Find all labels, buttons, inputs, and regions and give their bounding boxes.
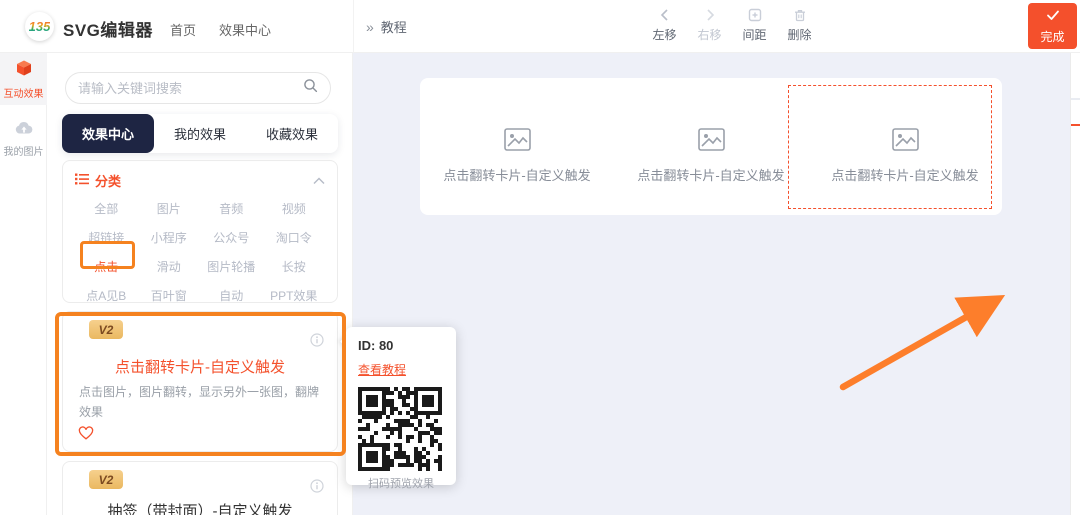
- search-input[interactable]: [78, 80, 303, 96]
- tab-effect-center[interactable]: 效果中心: [62, 114, 154, 153]
- right-panel-divider: [1071, 98, 1080, 100]
- effect-id-text: ID: 80: [358, 338, 394, 353]
- category-title: 分类: [95, 174, 122, 189]
- category-item[interactable]: 淘口令: [263, 229, 326, 246]
- annotation-arrow: [839, 294, 1006, 391]
- page-title: SVG编辑器: [63, 21, 153, 40]
- effects-panel: 效果中心 我的效果 收藏效果 分类 全部 图片: [47, 53, 353, 515]
- tab-favorite-effects[interactable]: 收藏效果: [246, 114, 338, 153]
- category-item[interactable]: 全部: [75, 200, 138, 217]
- editor-canvas[interactable]: 点击翻转卡片-自定义触发 点击翻转卡片-自定义触发 点击翻转卡片-自定义触发: [353, 53, 1070, 515]
- right-panel-accent-line: [1071, 124, 1080, 126]
- logo-text: 135: [28, 19, 51, 34]
- svg-editor-app: 135 SVG编辑器 首页 效果中心 » 教程 左移 右移 间距 删除 完成 互…: [0, 0, 1080, 515]
- effect-info-tooltip: ID: 80 查看教程 扫码预览效果: [340, 327, 456, 490]
- tutorial-label: 教程: [380, 20, 407, 35]
- category-item[interactable]: 长按: [263, 258, 326, 275]
- app-header: 135 SVG编辑器 首页 效果中心: [0, 0, 353, 53]
- canvas-flip-card-3-selected[interactable]: 点击翻转卡片-自定义触发: [808, 78, 1002, 215]
- cube-icon: [15, 59, 33, 82]
- canvas-flip-card-1[interactable]: 点击翻转卡片-自定义触发: [420, 78, 614, 215]
- move-right-button[interactable]: 右移: [687, 8, 732, 43]
- qr-caption: 扫码预览效果: [368, 478, 434, 490]
- effect-card-flip[interactable]: V2 点击翻转卡片-自定义触发 点击图片，图片翻转，显示另外一张图，翻牌效果: [62, 311, 338, 452]
- sidebar-item-my-images[interactable]: 我的图片: [0, 113, 47, 165]
- arrange-toolbar: 左移 右移 间距 删除: [642, 8, 822, 43]
- image-placeholder-icon: [697, 127, 725, 156]
- app-logo[interactable]: 135: [25, 12, 54, 41]
- search-icon[interactable]: [303, 78, 318, 98]
- category-item[interactable]: 音频: [200, 200, 263, 217]
- panel-tabs: 效果中心 我的效果 收藏效果: [62, 114, 338, 153]
- done-label: 完成: [1040, 29, 1065, 44]
- category-item[interactable]: 视频: [263, 200, 326, 217]
- spacing-button[interactable]: 间距: [732, 8, 777, 43]
- category-item[interactable]: 自动: [200, 287, 263, 304]
- category-item[interactable]: 超链接: [75, 229, 138, 246]
- sidebar-item-interactive-effects[interactable]: 互动效果: [0, 53, 47, 105]
- nav-home-link[interactable]: 首页: [170, 20, 196, 39]
- info-icon[interactable]: [310, 479, 324, 493]
- chevron-left-icon: [658, 8, 672, 22]
- category-item[interactable]: 百叶窗: [138, 287, 201, 304]
- category-item[interactable]: 点A见B: [75, 287, 138, 304]
- canvas-card-label: 点击翻转卡片-自定义触发: [443, 167, 591, 183]
- tab-my-effects[interactable]: 我的效果: [154, 114, 246, 153]
- chevron-right-icon: [703, 8, 717, 22]
- heart-favorite-icon[interactable]: [78, 426, 94, 440]
- effect-card-lottery[interactable]: V2 抽签（带封面）-自定义触发: [62, 461, 338, 515]
- v2-badge: V2: [89, 470, 123, 489]
- effect-title[interactable]: 点击翻转卡片-自定义触发: [63, 356, 337, 377]
- check-icon: [1046, 8, 1060, 26]
- tutorial-button[interactable]: » 教程: [366, 17, 407, 36]
- category-section: 分类 全部 图片 音频 视频 超链接 小程序 公众号 淘口令 点击 滑动 图片轮…: [62, 160, 338, 303]
- move-left-button[interactable]: 左移: [642, 8, 687, 43]
- module-sidebar: 互动效果 我的图片: [0, 53, 47, 515]
- canvas-card-label: 点击翻转卡片-自定义触发: [637, 167, 785, 183]
- header-nav: 首页 效果中心: [170, 20, 271, 39]
- double-chevron-right-icon: »: [366, 18, 374, 35]
- search-box: [65, 72, 331, 104]
- canvas-flip-card-2[interactable]: 点击翻转卡片-自定义触发: [614, 78, 808, 215]
- effect-description: 点击图片，图片翻转，显示另外一张图，翻牌效果: [79, 385, 320, 420]
- image-placeholder-icon: [503, 127, 531, 156]
- qr-code: [358, 387, 442, 471]
- v2-badge: V2: [89, 320, 123, 339]
- image-placeholder-icon: [891, 127, 919, 156]
- category-item[interactable]: 公众号: [200, 229, 263, 246]
- canvas-card-label: 点击翻转卡片-自定义触发: [831, 167, 979, 183]
- spacing-icon: [748, 8, 762, 22]
- category-item[interactable]: 图片轮播: [200, 258, 263, 275]
- category-item-click-selected[interactable]: 点击: [75, 258, 138, 275]
- view-tutorial-link[interactable]: 查看教程: [358, 361, 406, 378]
- right-cropped-panel: [1070, 53, 1080, 515]
- done-button[interactable]: 完成: [1028, 3, 1077, 49]
- canvas-header: » 教程 左移 右移 间距 删除 完成: [353, 0, 1080, 53]
- category-grid: 全部 图片 音频 视频 超链接 小程序 公众号 淘口令 点击 滑动 图片轮播 长…: [75, 200, 325, 304]
- effect-title[interactable]: 抽签（带封面）-自定义触发: [63, 500, 337, 515]
- collapse-caret-icon[interactable]: [313, 177, 325, 185]
- cloud-upload-icon: [15, 121, 33, 140]
- info-icon[interactable]: [310, 333, 324, 347]
- category-item[interactable]: 图片: [138, 200, 201, 217]
- category-item[interactable]: PPT效果: [263, 287, 326, 304]
- trash-icon: [793, 8, 807, 22]
- stage-panel: 点击翻转卡片-自定义触发 点击翻转卡片-自定义触发 点击翻转卡片-自定义触发: [420, 78, 1002, 215]
- category-item[interactable]: 小程序: [138, 229, 201, 246]
- category-list-icon: [75, 172, 89, 190]
- nav-effect-center-link[interactable]: 效果中心: [219, 20, 271, 39]
- delete-button[interactable]: 删除: [777, 8, 822, 43]
- category-item[interactable]: 滑动: [138, 258, 201, 275]
